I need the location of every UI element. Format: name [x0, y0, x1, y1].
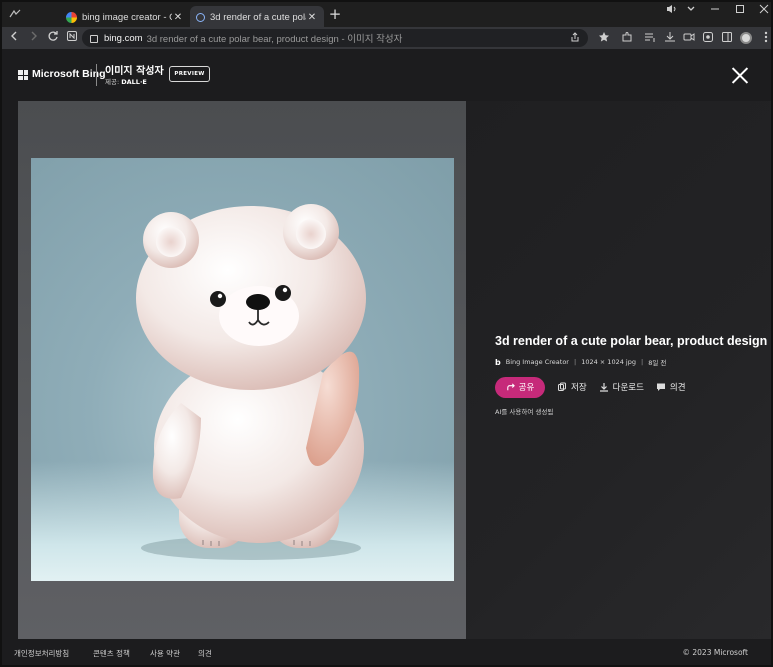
browser-window: bing image creator - Google ✕ 3d render …	[0, 0, 773, 667]
share-button[interactable]: 공유	[495, 376, 545, 398]
search-icon	[196, 12, 205, 22]
more-menu-icon[interactable]	[759, 31, 771, 45]
terms-link[interactable]: 사용 약관	[150, 648, 180, 659]
privacy-link[interactable]: 개인정보처리방침	[14, 648, 69, 659]
maximize-icon[interactable]	[732, 4, 748, 17]
tab-close-icon[interactable]: ✕	[306, 12, 318, 23]
reading-list-icon[interactable]	[643, 31, 657, 45]
forward-icon[interactable]	[26, 30, 42, 46]
header-divider	[96, 64, 97, 86]
browser-toolbar: bing.com 3d render of a cute polar bear,…	[2, 27, 771, 49]
extension-puzzle-icon[interactable]	[620, 31, 634, 45]
powered-by: 제공: DALL·E	[105, 76, 147, 86]
tab-close-icon[interactable]: ✕	[172, 12, 184, 23]
share-label: 공유	[518, 383, 535, 393]
feedback-icon	[656, 383, 665, 391]
ai-generated-note: AI를 사용하여 생성됨	[495, 408, 554, 416]
preview-badge: PREVIEW	[169, 66, 210, 82]
save-label: 저장	[571, 383, 587, 393]
tab-google-search[interactable]: bing image creator - Google ✕	[60, 6, 190, 28]
polar-bear-illustration	[136, 204, 366, 560]
meta-separator: |	[573, 358, 577, 366]
download-label: 다운로드	[612, 383, 644, 393]
reader-mode-icon[interactable]	[64, 30, 80, 46]
save-icon	[558, 382, 566, 391]
microsoft-logo-icon[interactable]	[18, 70, 28, 80]
download-icon[interactable]	[663, 31, 677, 45]
powered-by-prefix: 제공:	[105, 78, 120, 86]
save-button[interactable]: 저장	[557, 381, 587, 393]
tab-bing-image[interactable]: 3d render of a cute polar bear, product …	[190, 6, 324, 28]
bing-icon: b	[495, 357, 501, 367]
copyright: © 2023 Microsoft	[682, 648, 749, 657]
image-source[interactable]: Bing Image Creator	[506, 358, 569, 366]
reload-icon[interactable]	[45, 30, 61, 46]
address-bar[interactable]: bing.com 3d render of a cute polar bear,…	[82, 29, 588, 47]
app-name[interactable]: 이미지 작성자	[105, 62, 164, 77]
meta-separator: |	[640, 358, 644, 366]
page-footer: 개인정보처리방침 콘텐츠 정책 사용 약관 의견 © 2023 Microsof…	[2, 639, 771, 665]
feedback-label: 의견	[669, 383, 686, 393]
bookmark-star-icon[interactable]	[597, 31, 611, 45]
screenshot-icon[interactable]	[701, 31, 715, 45]
tab-title: bing image creator - Google	[82, 11, 172, 23]
image-meta: b Bing Image Creator | 1024 × 1024 jpg |…	[495, 357, 667, 368]
image-actions: 공유 저장 다운로드 의견	[495, 376, 686, 398]
share-icon	[506, 383, 515, 390]
image-details-panel: 3d render of a cute polar bear, product …	[466, 101, 771, 639]
download-icon	[599, 383, 608, 392]
content-policy-link[interactable]: 콘텐츠 정책	[93, 648, 130, 659]
brand-name[interactable]: Microsoft Bing	[32, 68, 106, 80]
image-dimensions: 1024 × 1024 jpg	[581, 358, 636, 366]
lock-icon	[90, 35, 98, 43]
tab-strip: bing image creator - Google ✕ 3d render …	[2, 2, 771, 28]
video-icon[interactable]	[682, 31, 696, 45]
share-page-icon[interactable]	[570, 32, 580, 44]
speaker-icon[interactable]	[664, 4, 680, 17]
generated-image[interactable]	[31, 158, 454, 581]
tab-title: 3d render of a cute polar bear, product …	[210, 11, 306, 23]
minimize-icon[interactable]	[707, 4, 723, 17]
google-icon	[66, 11, 77, 23]
back-icon[interactable]	[6, 30, 22, 46]
window-close-icon[interactable]	[756, 4, 771, 17]
new-tab-button[interactable]: +	[327, 7, 343, 23]
image-panel	[18, 101, 466, 639]
image-title: 3d render of a cute polar bear, product …	[495, 334, 768, 348]
feedback-button[interactable]: 의견	[656, 381, 686, 393]
bing-image-creator-page: Microsoft Bing 이미지 작성자 제공: DALL·E PREVIE…	[2, 49, 771, 665]
tab-search-icon[interactable]	[8, 8, 22, 20]
page-header: Microsoft Bing 이미지 작성자 제공: DALL·E PREVIE…	[2, 49, 771, 101]
footer-feedback-link[interactable]: 의견	[198, 648, 212, 659]
tab-list-chevron-icon[interactable]	[683, 4, 699, 17]
url-path: 3d render of a cute polar bear, product …	[146, 34, 403, 45]
powered-by-name: DALL·E	[121, 78, 147, 86]
url-domain: bing.com	[104, 32, 143, 44]
profile-avatar[interactable]	[740, 32, 752, 44]
image-age: 8일 전	[648, 359, 667, 367]
close-viewer-icon[interactable]	[730, 66, 750, 86]
download-button[interactable]: 다운로드	[599, 381, 644, 393]
side-panel-icon[interactable]	[720, 31, 734, 45]
